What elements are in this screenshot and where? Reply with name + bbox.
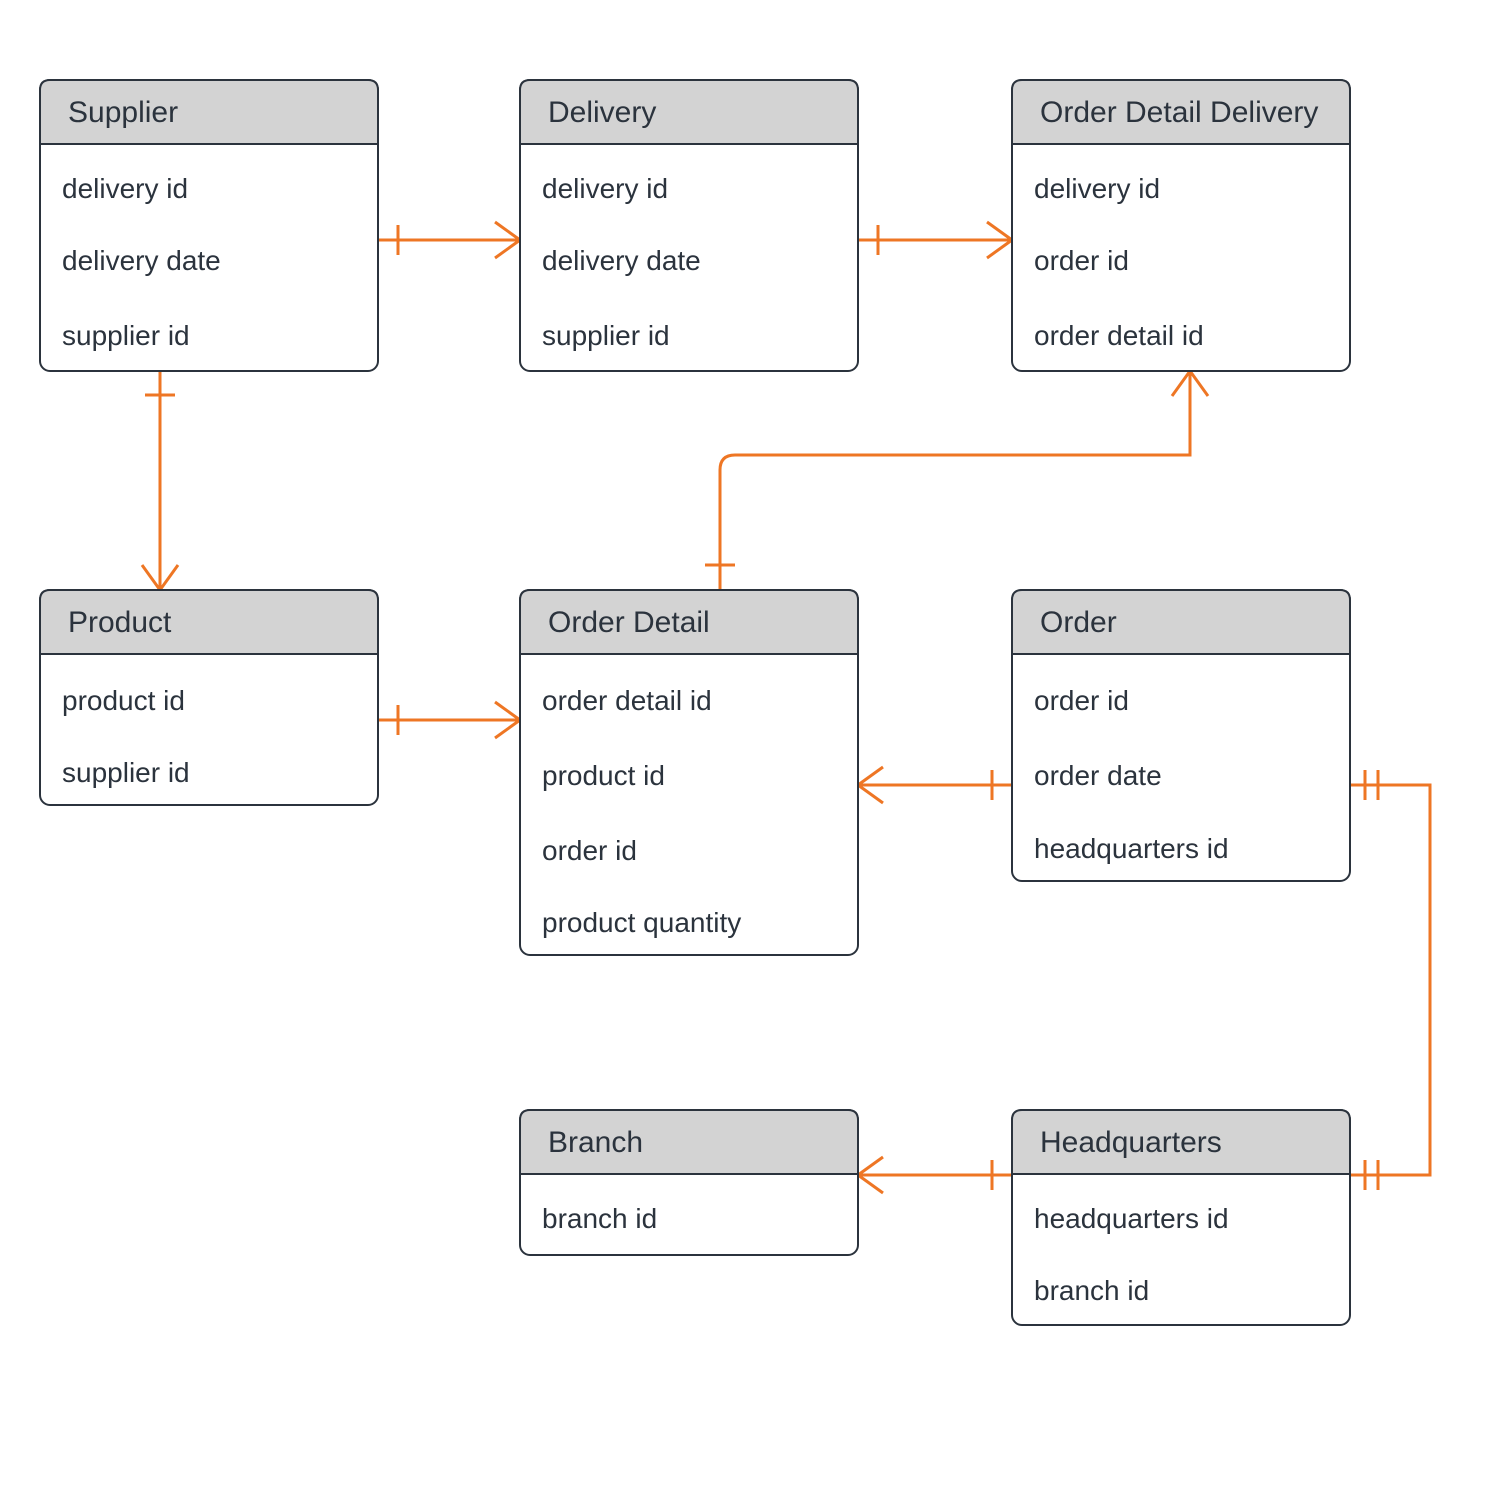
- entity-orderdetail-title: Order Detail: [548, 606, 710, 639]
- entity-product-attr-0: product id: [62, 685, 185, 716]
- entity-delivery-attr-0: delivery id: [542, 173, 668, 204]
- rel-product-orderdetail: [378, 702, 520, 738]
- rel-order-hq: [1350, 770, 1430, 1190]
- entity-odd-title: Order Detail Delivery: [1040, 96, 1318, 129]
- entity-delivery-attr-1: delivery date: [542, 245, 701, 276]
- entity-hq-attr-1: branch id: [1034, 1275, 1149, 1306]
- entity-supplier: Supplier delivery id delivery date suppl…: [40, 80, 378, 371]
- entity-order-detail: Order Detail order detail id product id …: [520, 590, 858, 955]
- entity-odd-attr-1: order id: [1034, 245, 1129, 276]
- entity-branch: Branch branch id: [520, 1110, 858, 1255]
- rel-supplier-delivery: [378, 222, 520, 258]
- entity-delivery: Delivery delivery id delivery date suppl…: [520, 80, 858, 371]
- entity-odd-attr-0: delivery id: [1034, 173, 1160, 204]
- er-diagram: Supplier delivery id delivery date suppl…: [0, 0, 1500, 1500]
- entity-order-attr-0: order id: [1034, 685, 1129, 716]
- rel-branch-hq: [858, 1157, 1012, 1193]
- entity-hq-attr-0: headquarters id: [1034, 1203, 1229, 1234]
- entity-delivery-title: Delivery: [548, 96, 656, 129]
- entity-headquarters: Headquarters headquarters id branch id: [1012, 1110, 1350, 1325]
- entity-product: Product product id supplier id: [40, 590, 378, 805]
- entity-odd-attr-2: order detail id: [1034, 320, 1204, 351]
- entity-supplier-title: Supplier: [68, 96, 178, 129]
- entity-orderdetail-attr-0: order detail id: [542, 685, 712, 716]
- entity-order-title: Order: [1040, 606, 1117, 639]
- entity-order: Order order id order date headquarters i…: [1012, 590, 1350, 881]
- rel-orderdetail-order: [858, 767, 1012, 803]
- entity-product-title: Product: [68, 606, 172, 639]
- entity-order-detail-delivery: Order Detail Delivery delivery id order …: [1012, 80, 1350, 371]
- entity-order-attr-2: headquarters id: [1034, 833, 1229, 864]
- entity-orderdetail-attr-1: product id: [542, 760, 665, 791]
- rel-orderdetail-odd: [705, 371, 1208, 590]
- entity-supplier-attr-0: delivery id: [62, 173, 188, 204]
- entity-product-attr-1: supplier id: [62, 757, 190, 788]
- rel-delivery-odd: [858, 222, 1012, 258]
- entity-supplier-attr-1: delivery date: [62, 245, 221, 276]
- entity-supplier-attr-2: supplier id: [62, 320, 190, 351]
- rel-supplier-product: [142, 371, 178, 590]
- entity-order-attr-1: order date: [1034, 760, 1162, 791]
- entity-branch-title: Branch: [548, 1126, 643, 1159]
- entity-orderdetail-attr-3: product quantity: [542, 907, 741, 938]
- entity-delivery-attr-2: supplier id: [542, 320, 670, 351]
- entity-hq-title: Headquarters: [1040, 1126, 1222, 1159]
- entity-branch-attr-0: branch id: [542, 1203, 657, 1234]
- entity-orderdetail-attr-2: order id: [542, 835, 637, 866]
